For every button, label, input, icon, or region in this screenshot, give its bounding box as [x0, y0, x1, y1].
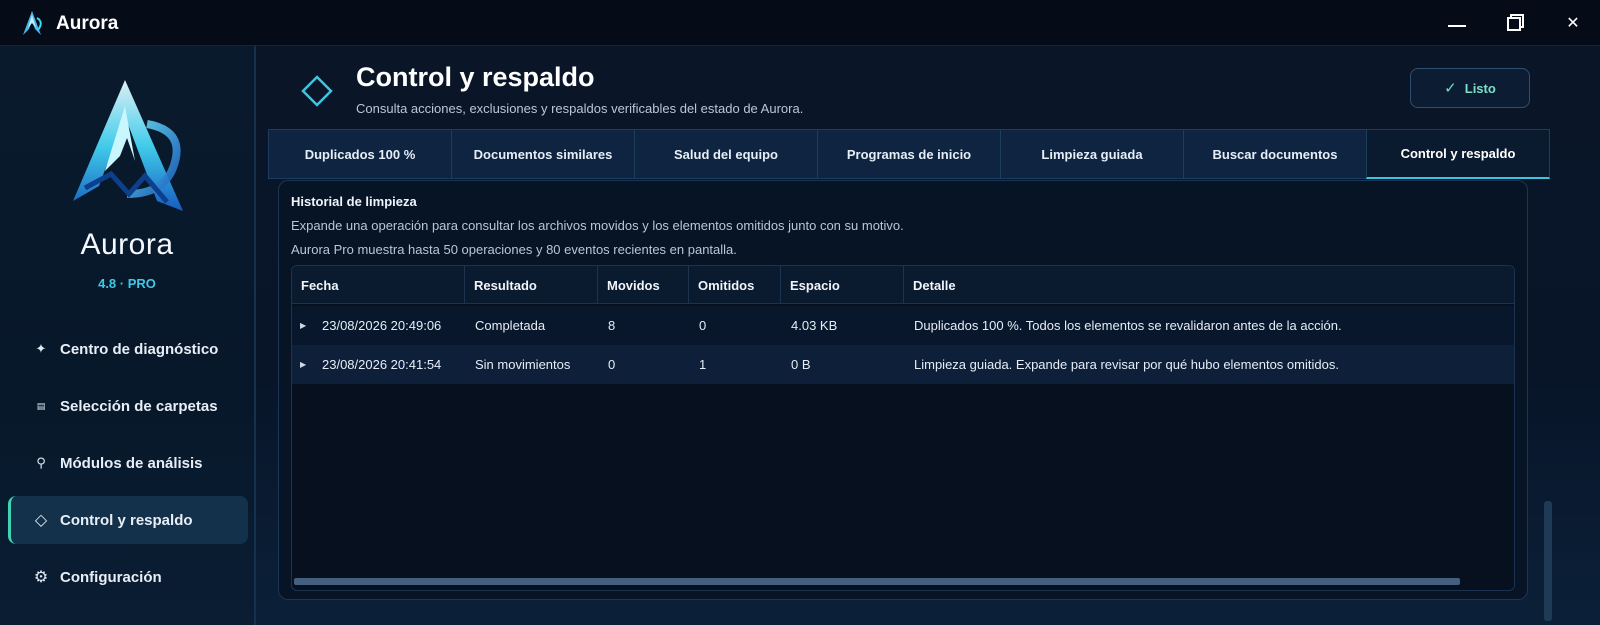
aurora-brand-logo	[73, 80, 183, 211]
done-button-label: Listo	[1464, 80, 1496, 96]
cell-movidos: 8	[608, 318, 616, 333]
tab-documentos-similares[interactable]: Documentos similares	[451, 129, 635, 179]
cell-movidos: 0	[608, 357, 616, 372]
restore-icon	[1507, 14, 1524, 31]
history-panel: Historial de limpieza Expande una operac…	[278, 180, 1528, 600]
sidebar: Aurora 4.8 · PRO ✦ Centro de diagnóstico…	[0, 46, 256, 625]
sidebar-item-label: Centro de diagnóstico	[60, 340, 219, 358]
cell-omitidos: 1	[699, 357, 707, 372]
expand-arrow-icon[interactable]: ▶	[300, 306, 306, 345]
aurora-logo-icon	[23, 11, 42, 35]
version-badge: 4.8 · PRO	[98, 276, 156, 291]
search-icon: ⚲	[36, 455, 46, 470]
check-icon: ✓	[1444, 80, 1457, 97]
history-table: Fecha Resultado Movidos Omitidos Espacio…	[291, 265, 1515, 591]
column-header-resultado[interactable]: Resultado	[465, 266, 598, 304]
sidebar-item-carpetas[interactable]: ▤ Selección de carpetas	[8, 382, 248, 430]
cell-espacio: 4.03 KB	[791, 318, 838, 333]
sidebar-item-label: Control y respaldo	[60, 511, 193, 529]
minimize-icon	[1448, 25, 1466, 27]
sidebar-item-control[interactable]: ◇ Control y respaldo	[8, 496, 248, 544]
diamond-icon	[301, 75, 333, 107]
expand-arrow-icon[interactable]: ▶	[300, 345, 306, 384]
brand-name: Aurora	[80, 228, 174, 261]
maximize-button[interactable]	[1498, 10, 1532, 36]
sidebar-item-label: Selección de carpetas	[60, 397, 218, 415]
column-header-omitidos[interactable]: Omitidos	[689, 266, 781, 304]
sidebar-item-diagnostico[interactable]: ✦ Centro de diagnóstico	[8, 325, 248, 373]
tab-control-respaldo[interactable]: Control y respaldo	[1366, 129, 1550, 179]
column-header-detalle[interactable]: Detalle	[904, 266, 1514, 304]
tab-buscar-documentos[interactable]: Buscar documentos	[1183, 129, 1367, 179]
horizontal-scrollbar[interactable]	[294, 578, 1460, 585]
cell-omitidos: 0	[699, 318, 707, 333]
page-title: Control y respaldo	[356, 62, 595, 92]
tab-bar: Duplicados 100 % Documentos similares Sa…	[268, 129, 1554, 179]
sparkle-icon: ✦	[35, 341, 47, 356]
cell-espacio: 0 B	[791, 357, 811, 372]
column-header-fecha[interactable]: Fecha	[292, 266, 465, 304]
page-subtitle: Consulta acciones, exclusiones y respald…	[356, 101, 804, 116]
sidebar-item-label: Configuración	[60, 568, 162, 586]
history-description: Expande una operación para consultar los…	[291, 218, 904, 233]
tab-limpieza-guiada[interactable]: Limpieza guiada	[1000, 129, 1184, 179]
table-row[interactable]: ▶ 23/08/2026 20:49:06 Completada 8 0 4.0…	[292, 306, 1514, 345]
cell-resultado: Completada	[475, 318, 546, 333]
cell-detalle: Limpieza guiada. Expande para revisar po…	[914, 357, 1339, 372]
sidebar-item-modulos[interactable]: ⚲ Módulos de análisis	[8, 439, 248, 487]
done-button[interactable]: ✓ Listo	[1410, 68, 1530, 108]
history-limit-note: Aurora Pro muestra hasta 50 operaciones …	[291, 242, 737, 257]
gear-icon: ⚙	[33, 569, 49, 586]
vertical-scrollbar[interactable]	[1544, 501, 1552, 621]
minimize-button[interactable]	[1440, 10, 1474, 36]
cell-fecha: 23/08/2026 20:49:06	[322, 318, 442, 333]
diamond-icon: ◇	[34, 512, 48, 529]
main-content: Control y respaldo Consulta acciones, ex…	[256, 46, 1600, 625]
folder-icon: ▤	[36, 400, 46, 411]
table-row[interactable]: ▶ 23/08/2026 20:41:54 Sin movimientos 0 …	[292, 345, 1514, 384]
table-header: Fecha Resultado Movidos Omitidos Espacio…	[292, 266, 1514, 304]
title-bar: Aurora ✕	[0, 0, 1600, 46]
cell-resultado: Sin movimientos	[475, 357, 571, 372]
column-header-espacio[interactable]: Espacio	[781, 266, 904, 304]
close-button[interactable]: ✕	[1556, 10, 1590, 36]
sidebar-item-configuracion[interactable]: ⚙ Configuración	[8, 553, 248, 601]
tab-duplicados[interactable]: Duplicados 100 %	[268, 129, 452, 179]
app-title: Aurora	[56, 13, 119, 34]
sidebar-item-label: Módulos de análisis	[60, 454, 203, 472]
tab-programas-inicio[interactable]: Programas de inicio	[817, 129, 1001, 179]
cell-detalle: Duplicados 100 %. Todos los elementos se…	[914, 318, 1342, 333]
cell-fecha: 23/08/2026 20:41:54	[322, 357, 442, 372]
history-title: Historial de limpieza	[291, 194, 417, 209]
close-icon: ✕	[1566, 15, 1580, 32]
column-header-movidos[interactable]: Movidos	[598, 266, 689, 304]
tab-salud-equipo[interactable]: Salud del equipo	[634, 129, 818, 179]
